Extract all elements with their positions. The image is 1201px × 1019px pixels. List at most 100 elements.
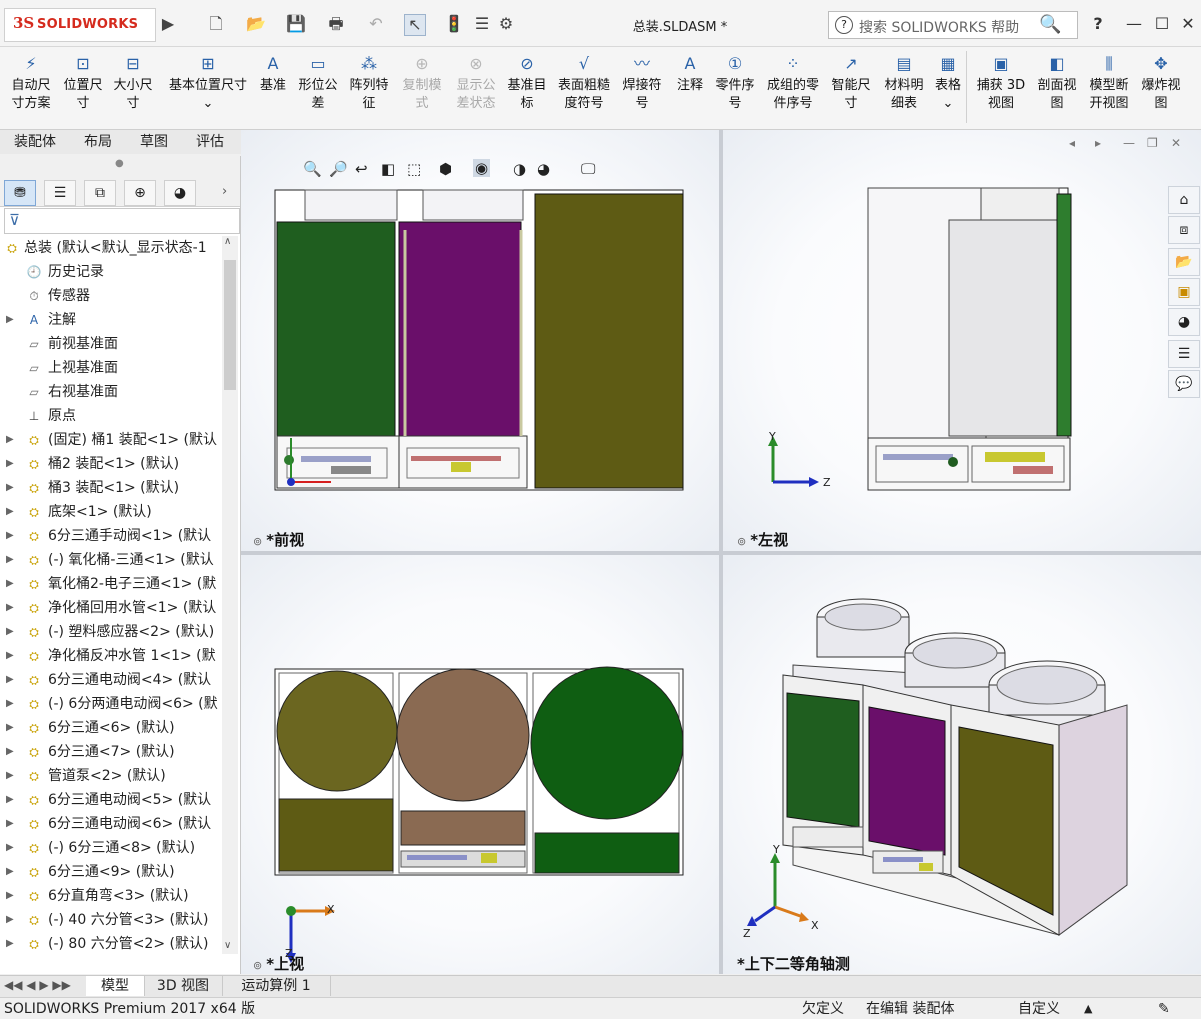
ribbon-button-auto-dimension[interactable]: ⚡ 自动尺 寸方案 [4, 53, 58, 113]
tree-item[interactable]: ▶ ⛭ (-) 6分两通电动阀<6> (默 [0, 692, 222, 716]
print-icon[interactable]: 🖶 [326, 14, 346, 34]
maximize-icon[interactable]: ☐ [1150, 13, 1174, 35]
ribbon-button-weld-symbol[interactable]: 〰焊接符号 [616, 53, 668, 113]
expand-arrow-icon[interactable]: ▶ [6, 500, 14, 524]
tree-item[interactable]: ▶ A 注解 [0, 308, 222, 332]
expand-arrow-icon[interactable]: ▶ [6, 764, 14, 788]
tree-item[interactable]: 🕘 历史记录 [0, 260, 222, 284]
unit-system-selector[interactable]: 自定义 [1018, 999, 1060, 1019]
new-document-icon[interactable]: 🗋 [206, 14, 226, 34]
tree-item[interactable]: ▶ ⛭ 管道泵<2> (默认) [0, 764, 222, 788]
bottom-tab-0[interactable]: 模型 [86, 976, 145, 996]
ribbon-button-capture-3d-view[interactable]: ▣ 捕获 3D 视图 [974, 53, 1028, 113]
left-viewport[interactable]: ◂ ▸ — ❐ ✕ Y Z ⊚ *左视 [723, 130, 1201, 551]
dropdown-arrow-icon[interactable]: ⌄ [162, 95, 254, 113]
panel-grip-icon[interactable]: ● [115, 158, 124, 169]
display-manager-tab-icon[interactable]: ◕ [164, 180, 196, 206]
view-palette-icon[interactable]: ▣ [1168, 278, 1200, 306]
appearances-icon[interactable]: ◕ [1168, 308, 1200, 336]
tree-item[interactable]: ▶ ⛭ (-) 塑料感应器<2> (默认) [0, 620, 222, 644]
front-viewport[interactable]: 🔍 🔎 ↩ ◧ ⬚ ⬢ ◉ ◑ ◕ 🖵 ⊚ *前视 [241, 130, 719, 551]
tree-item[interactable]: ▶ ⛭ 6分三通手动阀<1> (默认 [0, 524, 222, 548]
open-document-icon[interactable]: 📂 [246, 14, 266, 34]
tab-2[interactable]: 草图 [126, 130, 183, 154]
tree-item[interactable]: ▶ ⛭ 6分三通<6> (默认) [0, 716, 222, 740]
ribbon-button-section-view[interactable]: ◧ 剖面视图 [1032, 53, 1082, 113]
viewport-vertical-splitter[interactable] [719, 130, 723, 974]
expand-menu-icon[interactable]: ▶ [158, 14, 178, 34]
tree-item[interactable]: ⊥ 原点 [0, 404, 222, 428]
feature-manager-tab-icon[interactable]: ⛃ [4, 180, 36, 206]
tree-item[interactable]: ▶ ⛭ 净化桶反冲水管 1<1> (默 [0, 644, 222, 668]
ribbon-button-explode-view[interactable]: ✥ 爆炸视图 [1138, 53, 1184, 113]
tree-item[interactable]: ▶ ⛭ 桶2 装配<1> (默认) [0, 452, 222, 476]
tree-item[interactable]: ▶ ⛭ 净化桶回用水管<1> (默认 [0, 596, 222, 620]
tree-item[interactable]: ▶ ⛭ 6分三通电动阀<4> (默认 [0, 668, 222, 692]
tree-root-assembly[interactable]: ⛭ 总装 (默认<默认_显示状态-1 [0, 236, 222, 260]
more-tabs-chevron-icon[interactable]: › [222, 184, 227, 199]
bottom-tab-2[interactable]: 运动算例 1 [222, 976, 331, 996]
tree-item[interactable]: ▶ ⛭ (固定) 桶1 装配<1> (默认 [0, 428, 222, 452]
ribbon-button-datum[interactable]: A 基准 [256, 53, 290, 95]
bottom-tab-1[interactable]: 3D 视图 [144, 976, 223, 996]
ribbon-button-stacked-balloon[interactable]: ⁘ 成组的零 件序号 [762, 53, 824, 113]
configuration-manager-tab-icon[interactable]: ⧉ [84, 180, 116, 206]
tree-item[interactable]: ▶ ⛭ (-) 40 六分管<3> (默认) [0, 908, 222, 932]
expand-arrow-icon[interactable]: ▶ [6, 428, 14, 452]
tree-item[interactable]: ▱ 上视基准面 [0, 356, 222, 380]
tree-item[interactable]: ▶ ⛭ 6分三通<7> (默认) [0, 740, 222, 764]
expand-arrow-icon[interactable]: ▶ [6, 884, 14, 908]
ribbon-button-geometric-tolerance[interactable]: ▭ 形位公差 [294, 53, 342, 113]
tree-item[interactable]: ▶ ⛭ (-) 氧化桶-三通<1> (默认 [0, 548, 222, 572]
expand-arrow-icon[interactable]: ▶ [6, 908, 14, 932]
expand-arrow-icon[interactable]: ▶ [6, 716, 14, 740]
ribbon-button-tolerance-status[interactable]: ⊗ 显示公 差状态 [450, 53, 502, 113]
ribbon-button-note[interactable]: A 注释 [672, 53, 708, 95]
design-library-icon[interactable]: ⧈ [1168, 216, 1200, 244]
tree-scrollbar-thumb[interactable] [224, 260, 236, 390]
tab-1[interactable]: 布局 [70, 130, 127, 154]
scroll-up-icon[interactable]: ∧ [224, 236, 231, 247]
ribbon-button-model-break-view[interactable]: ⫼ 模型断 开视图 [1084, 53, 1134, 113]
expand-arrow-icon[interactable]: ▶ [6, 620, 14, 644]
dimxpert-manager-tab-icon[interactable]: ⊕ [124, 180, 156, 206]
expand-arrow-icon[interactable]: ▶ [6, 452, 14, 476]
tree-filter-input[interactable]: ⊽ [4, 208, 240, 234]
scroll-down-icon[interactable]: ∨ [224, 940, 231, 951]
tree-item[interactable]: ▶ ⛭ 6分三通<9> (默认) [0, 860, 222, 884]
panel-collapse-bar[interactable]: ● [0, 156, 240, 178]
ribbon-button-size-dimension[interactable]: ⊟ 大小尺寸 [108, 53, 158, 113]
tree-item[interactable]: ▶ ⛭ 氧化桶2-电子三通<1> (默 [0, 572, 222, 596]
undo-icon[interactable]: ↶ [366, 14, 386, 34]
expand-arrow-icon[interactable]: ▶ [6, 812, 14, 836]
ribbon-button-basic-location-dimension[interactable]: ⊞ 基本位置尺寸 ⌄ [162, 53, 254, 113]
unit-dropdown-icon[interactable]: ▲ [1084, 999, 1092, 1019]
tree-item[interactable]: ▶ ⛭ 桶3 装配<1> (默认) [0, 476, 222, 500]
expand-arrow-icon[interactable]: ▶ [6, 524, 14, 548]
tab-nav-arrows-icon[interactable]: ◀◀ ◀ ▶ ▶▶ [4, 978, 71, 992]
tree-item[interactable]: ▶ ⛭ 6分三通电动阀<6> (默认 [0, 812, 222, 836]
forum-icon[interactable]: 💬 [1168, 370, 1200, 398]
expand-arrow-icon[interactable]: ▶ [6, 788, 14, 812]
expand-arrow-icon[interactable]: ▶ [6, 692, 14, 716]
close-icon[interactable]: ✕ [1176, 13, 1200, 35]
expand-arrow-icon[interactable]: ▶ [6, 836, 14, 860]
tree-item[interactable]: ▶ ⛭ 6分直角弯<3> (默认) [0, 884, 222, 908]
ribbon-button-smart-dimension[interactable]: ↗ 智能尺寸 [826, 53, 876, 113]
tree-item[interactable]: ▶ ⛭ (-) 80 六分管<2> (默认) [0, 932, 222, 954]
solidworks-logo[interactable]: 3S SOLIDWORKS [4, 8, 156, 42]
solidworks-resources-icon[interactable]: ⌂ [1168, 186, 1200, 214]
help-menu-button[interactable]: ? [1086, 13, 1110, 35]
tree-item[interactable]: ▱ 前视基准面 [0, 332, 222, 356]
ribbon-button-copy-scheme[interactable]: ⊕ 复制模式 [396, 53, 448, 113]
tree-item[interactable]: ⏱ 传感器 [0, 284, 222, 308]
save-icon[interactable]: 💾 [286, 14, 306, 34]
tree-item[interactable]: ▶ ⛭ 底架<1> (默认) [0, 500, 222, 524]
property-manager-tab-icon[interactable]: ☰ [44, 180, 76, 206]
help-search-box[interactable]: ? 搜索 SOLIDWORKS 帮助 🔍 [828, 11, 1078, 39]
ribbon-button-datum-target[interactable]: ⊘ 基准目标 [502, 53, 552, 113]
expand-arrow-icon[interactable]: ▶ [6, 860, 14, 884]
expand-arrow-icon[interactable]: ▶ [6, 644, 14, 668]
ribbon-button-balloon[interactable]: ① 零件序号 [710, 53, 760, 113]
isometric-viewport[interactable]: Y X Z *上下二等角轴测 [723, 555, 1201, 974]
